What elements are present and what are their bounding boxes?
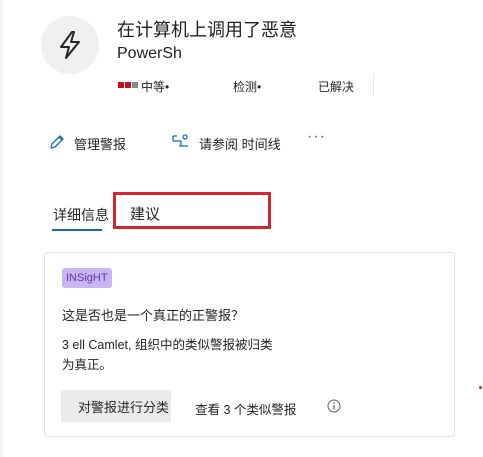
timeline-icon: [171, 133, 191, 154]
severity-indicator: [118, 82, 138, 88]
severity-dot: [118, 82, 124, 88]
insight-description-line: 3 ell Camlet, 组织中的类似警报被归类: [62, 338, 273, 352]
view-timeline-label: 请参阅 时间线: [199, 137, 281, 152]
red-dot: [479, 386, 482, 389]
view-timeline-button[interactable]: 请参阅 时间线: [171, 133, 281, 154]
insight-card: INSigHT 这是否也是一个真正的正警报？ 3 ell Camlet, 组织中…: [44, 252, 455, 437]
detection-label: 检测•: [233, 80, 262, 94]
left-edge-strip: [0, 0, 3, 457]
status-label: 已解决: [318, 80, 355, 94]
divider: [373, 74, 374, 96]
insight-description-line: 为真正。: [62, 358, 113, 372]
severity-dot: [132, 82, 138, 88]
tab-details[interactable]: 详细信息: [53, 205, 109, 225]
active-tab-indicator: [52, 229, 102, 231]
manage-alert-label: 管理警报: [74, 137, 127, 152]
alert-lightning-icon: [41, 16, 99, 74]
alert-title: 在计算机上调用了恶意: [117, 20, 297, 40]
insight-badge: INSigHT: [62, 268, 112, 288]
view-similar-alerts-link[interactable]: 查看 3 个类似警报: [195, 399, 296, 418]
highlight-box: [113, 192, 271, 229]
severity-label: 中等•: [141, 80, 170, 94]
more-options-button[interactable]: ···: [307, 128, 326, 146]
info-icon[interactable]: [327, 399, 341, 418]
alert-subtitle: PowerSh: [117, 45, 182, 62]
severity-dot: [125, 82, 131, 88]
pencil-icon: [48, 133, 66, 154]
insight-question: 这是否也是一个真正的正警报？: [62, 308, 245, 323]
manage-alert-button[interactable]: 管理警报: [48, 133, 126, 154]
classify-alert-button[interactable]: 对警报进行分类: [61, 390, 171, 422]
insight-description: 3 ell Camlet, 组织中的类似警报被归类 为真正。: [62, 335, 322, 375]
